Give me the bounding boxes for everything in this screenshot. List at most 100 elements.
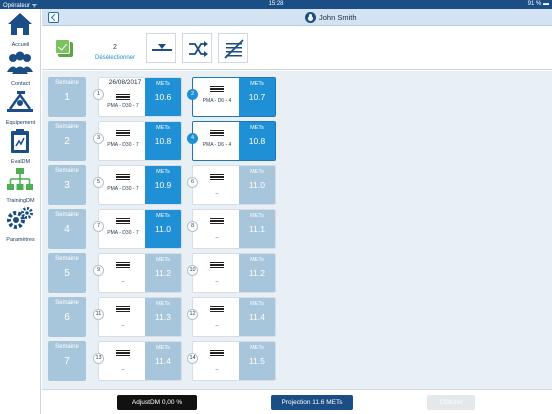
sidebar-item-label: TrainingDM xyxy=(6,198,35,204)
session-cell[interactable]: -- METs 11.1 xyxy=(192,209,276,249)
protocol-label: PMA - D30 - 7 xyxy=(107,230,139,236)
intensity-bars-icon xyxy=(116,306,130,312)
mets-value: 10.8 xyxy=(248,136,266,146)
mets-value: 11.4 xyxy=(155,356,171,366)
session-cell[interactable]: -- METs 11.4 xyxy=(192,297,276,337)
mets-box: METs 11.5 xyxy=(239,342,275,380)
session-number-badge[interactable]: 14 xyxy=(187,353,198,364)
week-row: Semaine 3 PMA - D30 - 7 METs 10.9 5 -- METs 11.0… xyxy=(48,165,540,205)
intensity-bars-icon xyxy=(210,174,224,180)
gears-icon xyxy=(7,207,33,229)
week-row: Semaine 1 26/08/2017 PMA - D30 - 7 METs 10.6 1… xyxy=(48,77,540,117)
week-badge[interactable]: Semaine 6 xyxy=(48,297,86,337)
session-cell[interactable]: -- METs 11.4 xyxy=(98,341,182,381)
session-cell[interactable]: -- METs 11.2 xyxy=(98,253,182,293)
protocol-label: PMA - D30 - 7 xyxy=(107,103,139,109)
session-number-badge[interactable]: 6 xyxy=(187,177,198,188)
week-badge[interactable]: Semaine 3 xyxy=(48,165,86,205)
merge-button[interactable] xyxy=(146,33,176,63)
session-number-badge[interactable]: 11 xyxy=(93,309,104,320)
people-icon xyxy=(7,51,33,74)
merge-icon xyxy=(152,44,172,51)
week-row: Semaine 4 PMA - D30 - 7 METs 11.0 7 -- METs 11.1… xyxy=(48,209,540,249)
session-cell[interactable]: -- METs 11.5 xyxy=(192,341,276,381)
session-date: 26/08/2017 xyxy=(108,79,142,86)
mets-value: 11.0 xyxy=(249,180,265,190)
training-grid: Semaine 1 26/08/2017 PMA - D30 - 7 METs 10.6 1… xyxy=(42,71,552,389)
mets-box: METs 11.3 xyxy=(145,298,181,336)
sidebar-item-trainingdm[interactable]: TrainingDM xyxy=(0,166,41,204)
week-badge[interactable]: Semaine 1 xyxy=(48,77,86,117)
mets-label: METs xyxy=(156,125,170,131)
session-cell[interactable]: PMA - D6 - 4 METs 10.8 xyxy=(192,121,276,161)
sidebar-item-equipement[interactable]: Equipement xyxy=(0,88,41,126)
protocol-label: -- xyxy=(215,235,219,241)
user-display: John Smith xyxy=(305,12,357,23)
protocol-label: PMA - D6 - 4 xyxy=(202,142,232,148)
user-icon xyxy=(305,12,316,23)
close-button[interactable]: Clôturer xyxy=(427,395,475,410)
mets-label: METs xyxy=(156,345,170,351)
sidebar-item-label: Paramètres xyxy=(6,237,35,243)
deselect-link[interactable]: Désélectionner xyxy=(89,55,141,61)
session-number-badge[interactable]: 2 xyxy=(187,89,198,100)
erase-bars-icon xyxy=(224,39,244,59)
clear-intensity-button[interactable] xyxy=(218,33,248,63)
week-row: Semaine 5 -- METs 11.2 9 -- METs 11.2 10 xyxy=(48,253,540,293)
protocol-label: -- xyxy=(215,323,219,329)
intensity-bars-icon xyxy=(116,350,130,356)
session-number-badge[interactable]: 13 xyxy=(93,353,104,364)
intensity-bars-icon xyxy=(210,262,224,268)
session-number-badge[interactable]: 12 xyxy=(187,309,198,320)
session-cell[interactable]: PMA - D6 - 4 METs 10.7 xyxy=(192,77,276,117)
session-cell[interactable]: PMA - D30 - 7 METs 10.9 xyxy=(98,165,182,205)
clock: 15:28 xyxy=(268,1,284,7)
adjustdm-button[interactable]: AdjustDM 0,00 % xyxy=(117,395,197,410)
mets-value: 10.8 xyxy=(154,136,172,146)
session-number-badge[interactable]: 5 xyxy=(93,177,104,188)
session-cell[interactable]: PMA - D30 - 7 METs 10.8 xyxy=(98,121,182,161)
week-badge[interactable]: Semaine 4 xyxy=(48,209,86,249)
sidebar-item-evaldm[interactable]: EvalDM xyxy=(0,127,41,165)
week-badge[interactable]: Semaine 7 xyxy=(48,341,86,381)
shuffle-button[interactable] xyxy=(182,33,212,63)
protocol-label: -- xyxy=(121,367,125,373)
mets-label: METs xyxy=(250,169,264,175)
session-number-badge[interactable]: 10 xyxy=(187,265,198,276)
mets-value: 10.7 xyxy=(248,92,266,102)
sidebar-item-label: EvalDM xyxy=(10,159,31,165)
session-cell[interactable]: -- METs 11.2 xyxy=(192,253,276,293)
session-number-badge[interactable]: 3 xyxy=(93,133,104,144)
select-all-checkbox[interactable] xyxy=(55,39,73,57)
sidebar-item-parametres[interactable]: Paramètres xyxy=(0,205,41,243)
week-row: Semaine 7 -- METs 11.4 13 -- METs 11.5 14 xyxy=(48,341,540,381)
mets-box: METs 11.4 xyxy=(145,342,181,380)
session-number-badge[interactable]: 8 xyxy=(187,221,198,232)
session-cell[interactable]: -- METs 11.3 xyxy=(98,297,182,337)
session-number-badge[interactable]: 1 xyxy=(93,89,104,100)
protocol-label: -- xyxy=(215,279,219,285)
week-badge[interactable]: Semaine 2 xyxy=(48,121,86,161)
sidebar: Accueil Contact Equipement EvalDM Traini… xyxy=(0,9,41,414)
week-badge[interactable]: Semaine 5 xyxy=(48,253,86,293)
session-number-badge[interactable]: 7 xyxy=(93,221,104,232)
mets-label: METs xyxy=(156,213,170,219)
week-label: Semaine xyxy=(55,80,79,86)
session-cell[interactable]: -- METs 11.0 xyxy=(192,165,276,205)
sidebar-item-contact[interactable]: Contact xyxy=(0,49,41,87)
intensity-bars-icon xyxy=(116,262,130,268)
projection-button[interactable]: Projection 11.6 METs xyxy=(271,395,353,410)
intensity-bars-icon xyxy=(210,86,224,92)
sidebar-item-accueil[interactable]: Accueil xyxy=(0,10,41,48)
week-number: 6 xyxy=(64,312,70,323)
intensity-bars-icon xyxy=(210,306,224,312)
session-number-badge[interactable]: 4 xyxy=(187,133,198,144)
session-cell[interactable]: PMA - D30 - 7 METs 11.0 xyxy=(98,209,182,249)
week-number: 4 xyxy=(64,224,70,235)
mets-box: METs 10.7 xyxy=(239,78,275,116)
session-number-badge[interactable]: 9 xyxy=(93,265,104,276)
mets-box: METs 11.1 xyxy=(239,210,275,248)
mets-value: 11.4 xyxy=(249,312,265,322)
back-button[interactable] xyxy=(48,12,59,23)
session-cell[interactable]: 26/08/2017 PMA - D30 - 7 METs 10.6 xyxy=(98,77,182,117)
